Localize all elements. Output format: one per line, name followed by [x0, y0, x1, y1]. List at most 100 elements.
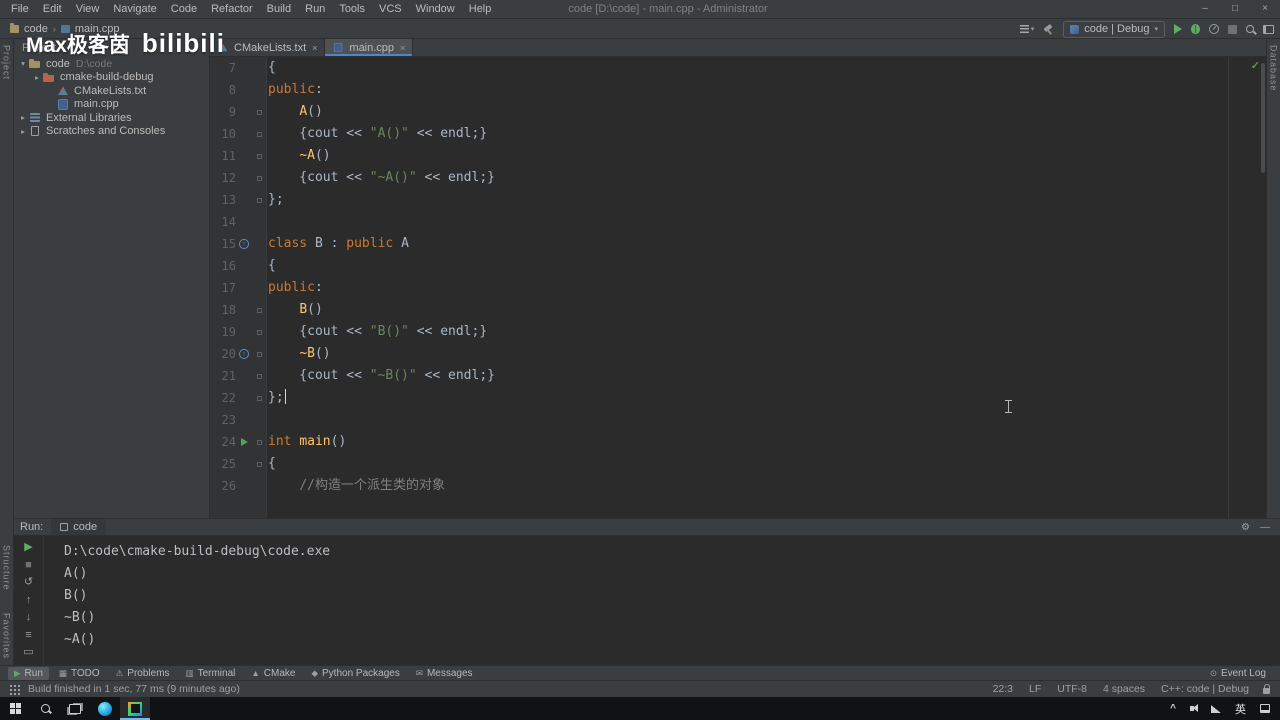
toolwindow-todo[interactable]: ▦ TODO [53, 667, 106, 680]
run-configuration-select[interactable]: code | Debug ▾ [1063, 20, 1165, 38]
down-stack-trace-icon[interactable]: ↓ [26, 611, 32, 623]
stripe-label-structure[interactable]: Structure [2, 545, 12, 591]
menu-file[interactable]: File [4, 0, 36, 18]
clear-console-icon[interactable]: ▭ [23, 646, 33, 658]
tree-expand-arrow[interactable]: ▾ [18, 59, 28, 68]
fold-marker[interactable] [256, 175, 262, 181]
tree-item[interactable]: ▸ External Libraries [14, 111, 209, 125]
hide-toolwindow-icon[interactable]: — [1260, 522, 1270, 533]
fold-marker[interactable] [256, 131, 262, 137]
run-gutter-icon[interactable] [240, 438, 248, 446]
project-panel-header[interactable]: Project ▾ [14, 39, 209, 57]
network-icon[interactable] [1211, 704, 1221, 713]
toolwindow-run[interactable]: ▶ Run [8, 666, 49, 680]
fold-marker[interactable] [256, 439, 262, 445]
action-center-icon[interactable] [1260, 704, 1270, 713]
fold-marker[interactable] [256, 153, 262, 159]
tree-item[interactable]: ▾ code D:\code [14, 57, 209, 71]
tab-close-icon[interactable]: × [400, 43, 405, 53]
start-button[interactable] [0, 697, 30, 720]
code-text[interactable]: }; [268, 387, 287, 409]
lock-icon[interactable] [1263, 683, 1270, 694]
code-text[interactable]: {cout << "~A()" << endl;} [268, 167, 495, 189]
close-button[interactable]: × [1250, 0, 1280, 19]
code-text[interactable]: public: [268, 79, 323, 101]
fold-marker[interactable] [256, 395, 262, 401]
fold-marker[interactable] [256, 197, 262, 203]
fold-marker[interactable] [256, 329, 262, 335]
debug-button[interactable] [1191, 24, 1200, 34]
console-output[interactable]: D:\code\cmake-build-debug\code.exe A() B()… [44, 536, 1280, 665]
toolwindow-terminal[interactable]: ▥ Terminal [180, 667, 242, 680]
search-everywhere-button[interactable] [1246, 25, 1254, 33]
tree-expand-arrow[interactable]: ▸ [32, 73, 42, 82]
run-button[interactable] [1174, 24, 1182, 34]
menu-build[interactable]: Build [260, 0, 298, 18]
code-editor[interactable]: 7{8 public: 9 A() 10 {cout << "A()" << endl… [210, 57, 1266, 518]
code-text[interactable]: A() [268, 101, 322, 123]
menu-tools[interactable]: Tools [332, 0, 372, 18]
stripe-label-project[interactable]: Project [2, 45, 12, 80]
input-language-indicator[interactable]: 英 [1235, 701, 1246, 717]
menu-refactor[interactable]: Refactor [204, 0, 260, 18]
tree-item[interactable]: CMakeLists.txt [14, 84, 209, 98]
stop-button[interactable] [1228, 24, 1237, 34]
soft-wrap-icon[interactable]: ≡ [25, 629, 31, 641]
status-widget-3[interactable]: 4 spaces [1103, 683, 1145, 695]
tree-expand-arrow[interactable]: ▸ [18, 127, 28, 136]
tree-item[interactable]: main.cpp [14, 98, 209, 112]
run-console-tab[interactable]: code [51, 519, 107, 535]
toolwindow-messages[interactable]: ✉ Messages [410, 667, 479, 680]
code-text[interactable]: class B : public A [268, 233, 409, 255]
stripe-label-favorites[interactable]: Favorites [2, 613, 12, 659]
tray-expand-icon[interactable]: ^ [1170, 703, 1176, 714]
rerun-icon[interactable]: ▶ [24, 541, 32, 553]
menu-navigate[interactable]: Navigate [106, 0, 163, 18]
breadcrumb-item[interactable]: main.cpp [75, 23, 120, 35]
taskbar-clion-button[interactable] [120, 697, 150, 720]
status-widget-0[interactable]: 22:3 [993, 683, 1013, 695]
code-text[interactable]: int main() [268, 431, 346, 453]
settings-gear-icon[interactable]: ⚙ [1241, 522, 1250, 533]
fold-marker[interactable] [256, 351, 262, 357]
code-text[interactable]: { [268, 57, 276, 79]
vcs-operations-icon[interactable]: ▾ [1019, 25, 1034, 33]
toolwindow-problems[interactable]: ⚠ Problems [110, 667, 176, 680]
maximize-button[interactable]: □ [1220, 0, 1250, 19]
toolwindow-event-log[interactable]: ⊙ Event Log [1204, 667, 1272, 680]
up-stack-trace-icon[interactable]: ↑ [26, 594, 32, 606]
code-text[interactable]: //构造一个派生类的对象 [268, 475, 445, 497]
code-text[interactable]: { [268, 453, 276, 475]
tab-close-icon[interactable]: × [312, 43, 317, 53]
tree-item[interactable]: ▸ Scratches and Consoles [14, 125, 209, 139]
fold-marker[interactable] [256, 307, 262, 313]
override-gutter-icon[interactable]: ↑ [239, 239, 249, 249]
layout-settings-button[interactable] [1263, 24, 1274, 34]
restore-layout-icon[interactable]: ↺ [24, 576, 33, 588]
status-widget-2[interactable]: UTF-8 [1057, 683, 1087, 695]
code-text[interactable]: ~B() [268, 343, 330, 365]
status-widget-4[interactable]: C++: code | Debug [1161, 683, 1249, 695]
build-button[interactable] [1043, 24, 1054, 35]
profile-button[interactable] [1209, 24, 1219, 34]
menu-help[interactable]: Help [462, 0, 499, 18]
code-text[interactable]: {cout << "~B()" << endl;} [268, 365, 495, 387]
toolwindow-cmake[interactable]: ▲ CMake [245, 667, 301, 680]
tree-item[interactable]: ▸ cmake-build-debug [14, 71, 209, 85]
code-text[interactable]: {cout << "B()" << endl;} [268, 321, 487, 343]
code-text[interactable]: { [268, 255, 276, 277]
task-view-button[interactable] [60, 697, 90, 720]
menu-window[interactable]: Window [409, 0, 462, 18]
editor-scrollbar[interactable] [1261, 63, 1265, 173]
fold-marker[interactable] [256, 461, 262, 467]
breadcrumb-item[interactable]: code [24, 23, 48, 35]
fold-marker[interactable] [256, 109, 262, 115]
override-gutter-icon[interactable]: ↑ [239, 349, 249, 359]
menu-view[interactable]: View [69, 0, 107, 18]
code-text[interactable]: ~A() [268, 145, 330, 167]
code-text[interactable]: }; [268, 189, 284, 211]
code-text[interactable]: {cout << "A()" << endl;} [268, 123, 487, 145]
toolwindow-switcher-icon[interactable] [10, 685, 12, 687]
menu-code[interactable]: Code [164, 0, 204, 18]
toolwindow-python-packages[interactable]: ◆ Python Packages [305, 667, 405, 680]
